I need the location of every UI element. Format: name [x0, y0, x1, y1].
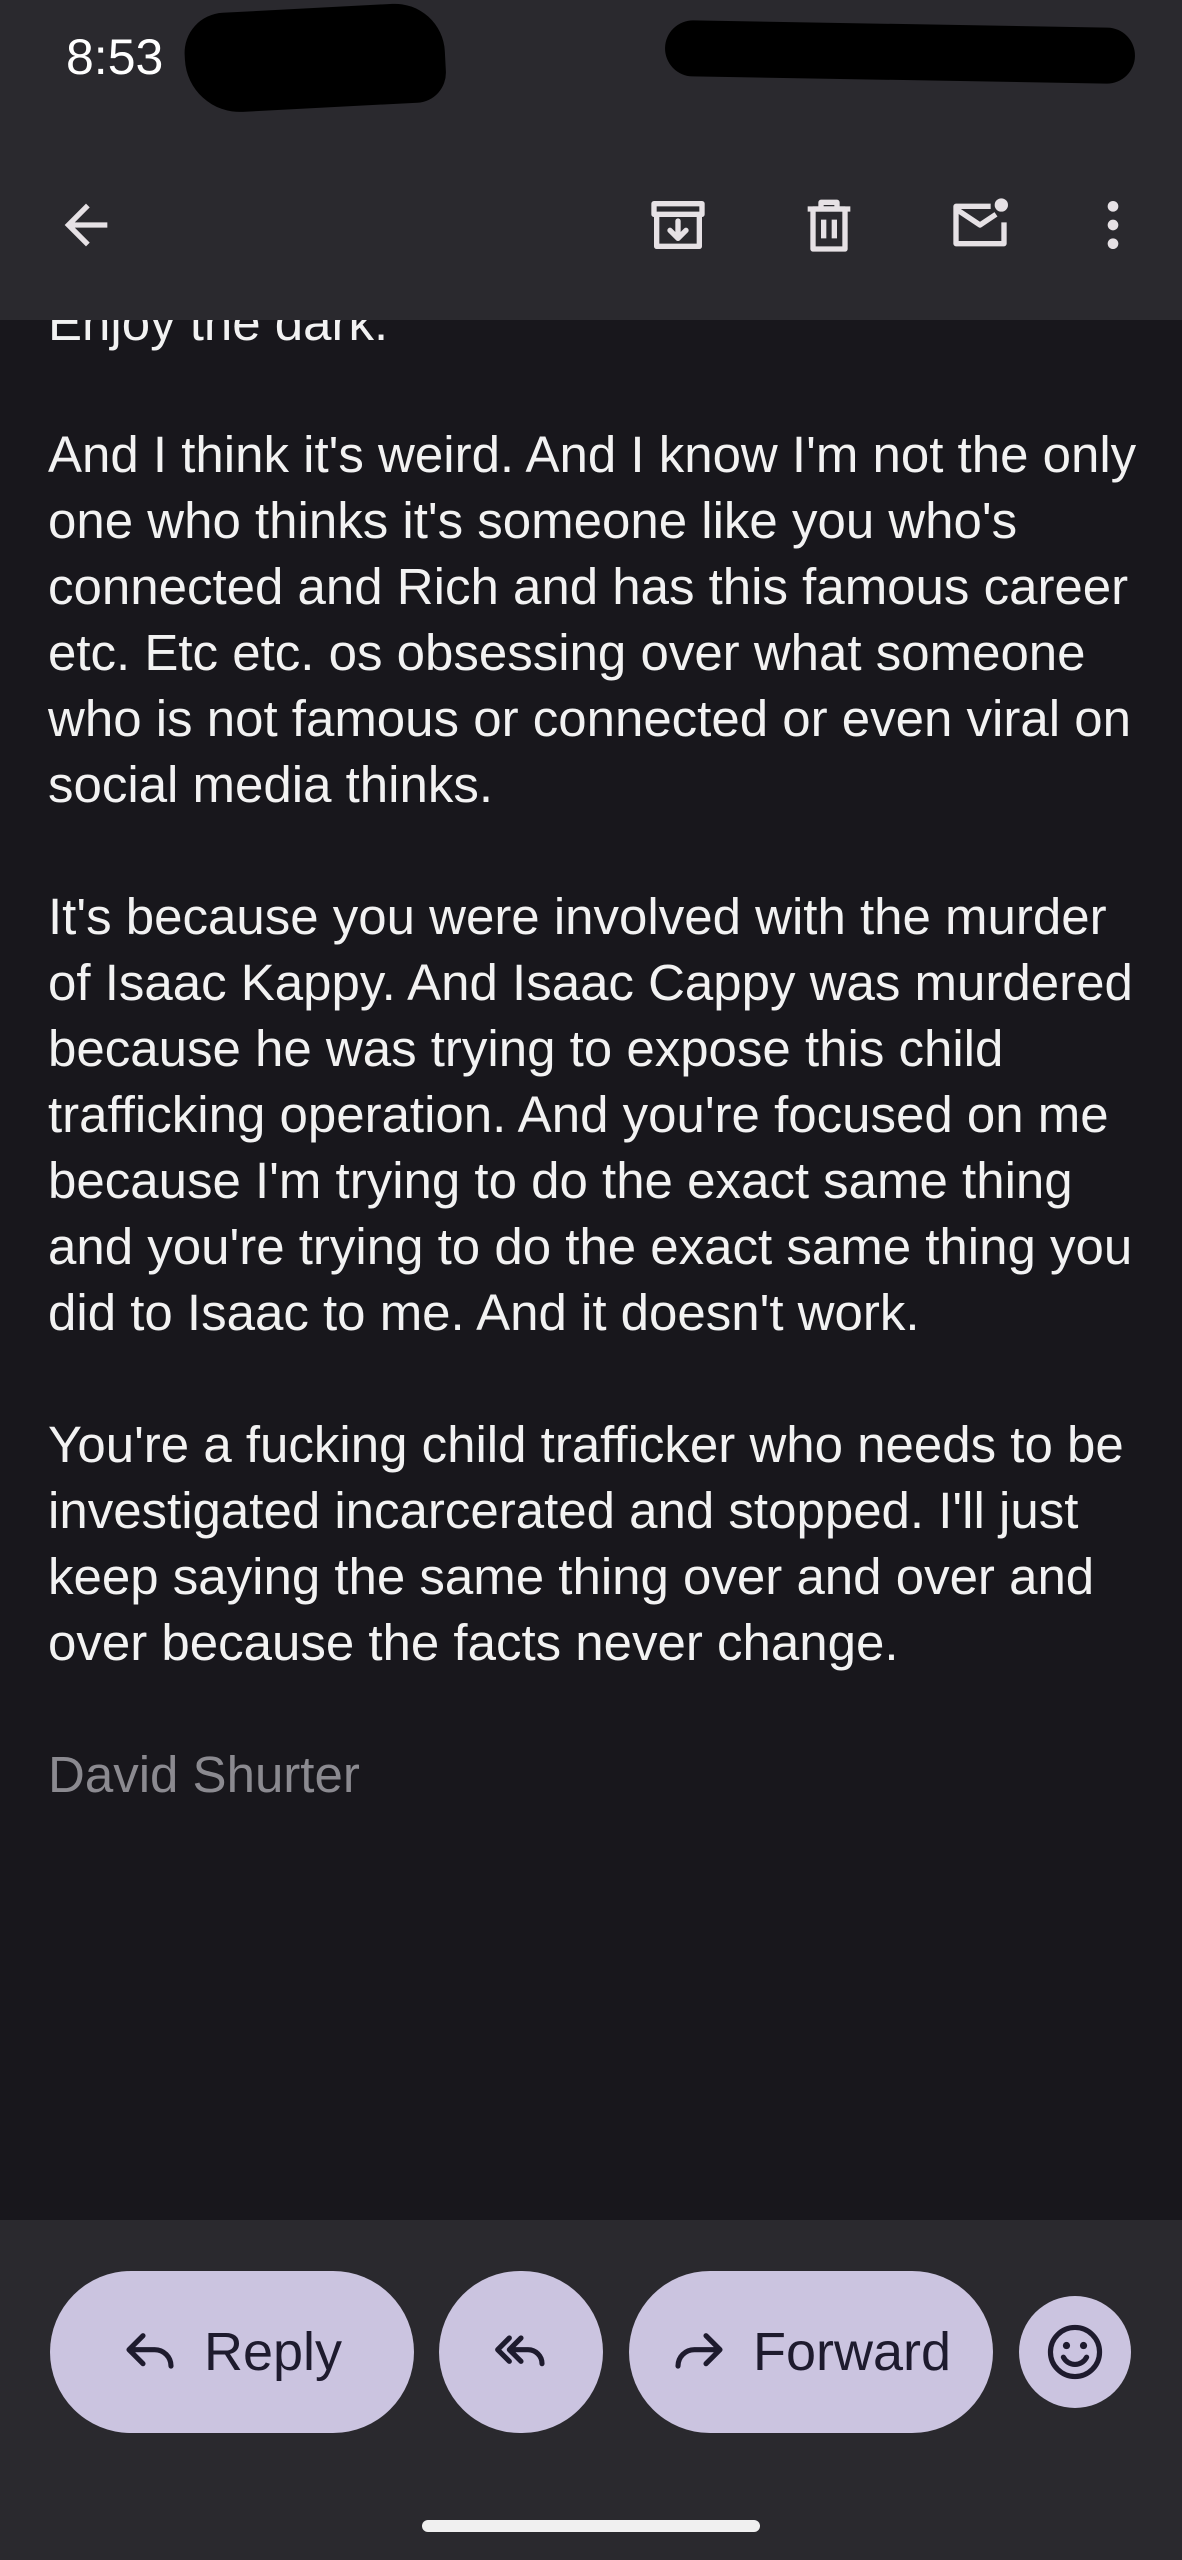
mail-unread-icon	[953, 198, 1008, 247]
message-paragraph: And I think it's weird. And I know I'm n…	[48, 426, 1137, 813]
message-paragraph: You're a fucking child trafficker who ne…	[48, 1416, 1124, 1671]
message-text: Enjoy the dark. And I think it's weird. …	[48, 320, 1148, 1874]
forward-button[interactable]: Forward	[629, 2271, 993, 2433]
forward-icon	[675, 2333, 723, 2369]
delete-button[interactable]	[781, 177, 877, 273]
trash-icon	[807, 199, 851, 252]
message-paragraph: It's because you were involved with the …	[48, 888, 1133, 1341]
reply-all-button[interactable]	[439, 2271, 603, 2433]
forward-label: Forward	[752, 2322, 952, 2382]
mark-unread-button[interactable]	[932, 177, 1028, 273]
redaction-mark	[182, 1, 448, 115]
more-vert-icon	[1107, 201, 1119, 249]
archive-button[interactable]	[630, 177, 726, 273]
redaction-mark	[664, 19, 1136, 85]
status-bar: 8:53	[0, 0, 1182, 130]
emoji-icon	[1047, 2324, 1103, 2380]
message-body: Enjoy the dark. And I think it's weird. …	[0, 320, 1182, 2220]
back-button[interactable]	[38, 177, 134, 273]
reply-button[interactable]: Reply	[50, 2271, 414, 2433]
more-options-button[interactable]	[1065, 177, 1161, 273]
archive-icon	[651, 201, 705, 249]
signature: David Shurter	[48, 1746, 360, 1803]
emoji-reaction-button[interactable]	[1019, 2296, 1131, 2408]
top-app-bar	[0, 130, 1182, 320]
message-cut-line: Enjoy the dark.	[48, 320, 389, 351]
status-time: 8:53	[66, 29, 164, 85]
home-indicator[interactable]	[422, 2520, 760, 2532]
arrow-left-icon	[64, 203, 108, 247]
reply-label: Reply	[203, 2322, 343, 2382]
reply-icon	[126, 2333, 174, 2369]
reply-all-icon	[495, 2335, 545, 2367]
